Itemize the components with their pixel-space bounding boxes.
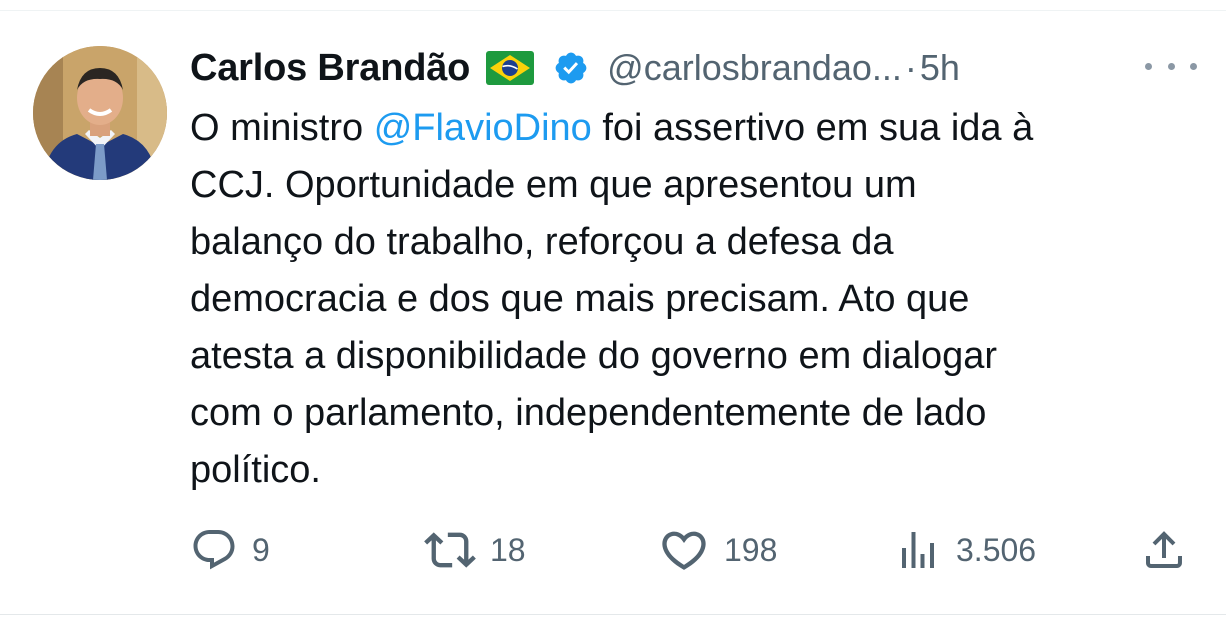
top-divider <box>0 10 1226 11</box>
retweet-button[interactable]: 18 <box>424 520 526 580</box>
separator-dot: · <box>904 47 917 88</box>
more-options-icon[interactable] <box>1145 52 1197 80</box>
like-button[interactable]: 198 <box>658 520 777 580</box>
avatar[interactable] <box>33 46 167 180</box>
more-dot <box>1190 62 1197 70</box>
views-count: 3.506 <box>956 531 1037 568</box>
tweet-text-line: O ministro @FlavioDino foi assertivo em … <box>190 100 1200 157</box>
tweet-text-line: CCJ. Oportunidade em que apresentou um <box>190 164 917 206</box>
tweet-text-line: político. <box>190 449 321 491</box>
views-button[interactable]: 3.506 <box>894 520 1036 580</box>
brazil-flag-icon <box>486 51 535 85</box>
heart-icon <box>662 531 706 570</box>
tweet-text-line: balanço do trabalho, reforçou a defesa d… <box>190 221 894 263</box>
timestamp[interactable]: 5h <box>920 47 960 89</box>
verified-badge-icon <box>553 50 589 86</box>
text-segment: foi assertivo em sua ida à <box>591 107 1034 149</box>
reply-count: 9 <box>252 531 270 568</box>
text-segment: O ministro <box>190 107 374 149</box>
tweet-text-line: democracia e dos que mais precisam. Ato … <box>190 278 970 320</box>
author-name[interactable]: Carlos Brandão <box>190 47 470 90</box>
action-bar: 9 18 198 3.506 <box>0 520 1226 580</box>
more-dot <box>1167 62 1175 70</box>
reply-button[interactable]: 9 <box>190 520 270 580</box>
tweet-header: Carlos Brandão @carlosbrandao... · 5h <box>190 40 1200 96</box>
tweet-text-line: atesta a disponibilidade do governo em d… <box>190 335 997 377</box>
tweet-text-line: com o parlamento, independentemente de l… <box>190 392 987 434</box>
retweet-count: 18 <box>490 531 526 568</box>
mention-link[interactable]: @FlavioDino <box>374 107 592 149</box>
more-dot <box>1145 62 1152 70</box>
bottom-divider <box>0 614 1226 615</box>
views-chart-icon <box>902 532 934 568</box>
like-count: 198 <box>724 531 778 568</box>
reply-icon <box>193 530 235 570</box>
tweet-text: O ministro @FlavioDino foi assertivo em … <box>190 100 1200 499</box>
retweet-icon <box>424 532 476 568</box>
share-button[interactable] <box>1140 520 1188 580</box>
author-handle[interactable]: @carlosbrandao... <box>607 47 902 89</box>
share-icon <box>1146 531 1182 568</box>
